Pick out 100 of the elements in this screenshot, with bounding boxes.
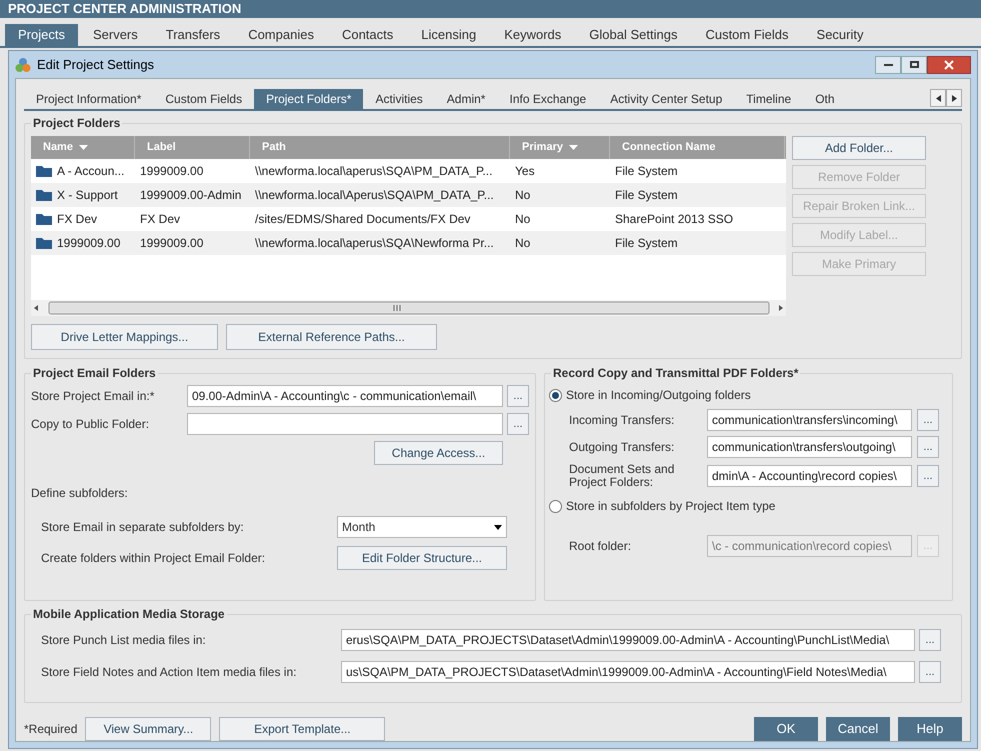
dropdown-arrow-icon (494, 524, 502, 530)
path-field[interactable]: communication\transfers\incoming\ (707, 409, 912, 431)
group-title: Record Copy and Transmittal PDF Folders* (551, 365, 800, 381)
table-cell-text: SharePoint 2013 SSO (615, 211, 734, 228)
main-tab[interactable]: Transfers (152, 24, 234, 46)
table-cell-text: 1999009.00 (140, 163, 204, 180)
settings-tab[interactable]: Custom Fields (153, 89, 254, 109)
table-cell-text: FX Dev (57, 211, 98, 228)
table-cell-text: Yes (515, 163, 535, 180)
main-tab[interactable]: Projects (5, 24, 78, 46)
browse-button[interactable]: ... (507, 385, 529, 407)
main-tab[interactable]: Keywords (491, 24, 574, 46)
required-note: *Required (24, 721, 78, 738)
footer-button[interactable]: View Summary... (85, 717, 212, 741)
table-cell-text: File System (615, 163, 678, 180)
table-cell-text: \\newforma.local\aperus\SQA\PM_DATA_P... (255, 163, 492, 180)
table-cell-text: No (515, 187, 530, 204)
table-cell-text: A - Accoun... (57, 163, 124, 180)
field-label: Store Field Notes and Action Item media files in: (41, 664, 298, 681)
settings-tab[interactable]: Admin* (434, 89, 498, 109)
left-arrow-icon (936, 94, 940, 102)
dialog-title: Edit Project Settings (37, 56, 156, 74)
edit-structure-button[interactable]: Edit Folder Structure... (337, 546, 507, 570)
field-label: Create folders within Project Email Folder: (41, 550, 266, 567)
folder-icon (36, 189, 52, 201)
folder-icon (36, 237, 52, 249)
table-cell-text: No (515, 235, 530, 252)
path-field[interactable]: erus\SQA\PM_DATA_PROJECTS\Dataset\Admin\1999009.00-Admin\A - Accounting\PunchList\Media\ (341, 629, 915, 651)
browse-button[interactable]: ... (919, 629, 941, 651)
browse-button[interactable]: ... (917, 436, 939, 458)
dialog-button[interactable]: Cancel (826, 717, 890, 741)
change-access-button[interactable]: Change Access... (374, 441, 503, 465)
horizontal-scrollbar[interactable] (31, 300, 786, 316)
folder-icon (36, 165, 52, 177)
path-settings-button[interactable]: External Reference Paths... (226, 324, 437, 350)
scroll-right-button[interactable] (946, 89, 962, 107)
table-cell-text: FX Dev (140, 211, 180, 228)
browse-button[interactable]: ... (917, 465, 939, 487)
table-cell-text: No (515, 211, 530, 228)
field-label: Store Email in separate subfolders by: (41, 519, 245, 536)
dialog-button[interactable]: OK (754, 717, 818, 741)
maximize-button[interactable] (901, 56, 927, 74)
field-label: Incoming Transfers: (569, 414, 676, 426)
app-logo-icon (15, 56, 31, 72)
app-title: PROJECT CENTER ADMINISTRATION (8, 0, 242, 18)
table-cell-text: 1999009.00 (140, 235, 204, 252)
path-settings-button[interactable]: Drive Letter Mappings... (31, 324, 218, 350)
table-cell-text: File System (615, 187, 678, 204)
field-label: Document Sets and Project Folders: (569, 463, 676, 489)
radio-label: Store in Incoming/Outgoing folders (566, 387, 751, 404)
browse-button[interactable]: ... (917, 409, 939, 431)
main-tab[interactable]: Companies (235, 24, 327, 46)
browse-button[interactable]: ... (919, 661, 941, 683)
group-title: Project Email Folders (31, 365, 158, 381)
browse-button[interactable]: ... (507, 413, 529, 435)
folder-icon (36, 213, 52, 225)
table-cell-text: File System (615, 235, 678, 252)
main-tab[interactable]: Custom Fields (692, 24, 802, 46)
settings-tab[interactable]: Oth (803, 89, 847, 109)
section-label: Define subfolders: (31, 485, 129, 502)
main-tab[interactable]: Servers (80, 24, 151, 46)
path-field[interactable]: communication\transfers\outgoing\ (707, 436, 912, 458)
close-button[interactable] (927, 56, 971, 74)
path-field[interactable] (187, 413, 503, 435)
path-field[interactable]: dmin\A - Accounting\record copies\ (707, 465, 912, 487)
right-arrow-icon (952, 94, 956, 102)
grid-row[interactable]: X - Support 1999009.00-Admin \\newforma.local\Aperus\SQA\PM_DATA_P... No File System (31, 183, 786, 207)
settings-tab[interactable]: Activity Center Setup (598, 89, 734, 109)
table-cell-text: 1999009.00 (57, 235, 120, 252)
field-label: Store Punch List media files in: (41, 632, 207, 649)
path-field[interactable]: 09.00-Admin\A - Accounting\c - communication\email\ (187, 385, 503, 407)
field-label: Root folder: (569, 540, 632, 552)
table-cell-text: 1999009.00-Admin (140, 187, 242, 204)
field-label: Store Project Email in:* (31, 388, 156, 405)
settings-tab[interactable]: Project Folders* (254, 89, 364, 109)
scroll-left-button[interactable] (930, 89, 946, 107)
settings-tab[interactable]: Activities (363, 89, 435, 109)
field-label: Outgoing Transfers: (569, 440, 676, 454)
dropdown[interactable]: Month (337, 516, 507, 538)
footer-button[interactable]: Export Template... (219, 717, 386, 741)
minimize-button[interactable] (875, 56, 901, 74)
radio-button[interactable] (549, 388, 562, 402)
main-tab[interactable]: Security (804, 24, 876, 46)
settings-tab[interactable]: Project Information* (24, 89, 154, 109)
main-tab[interactable]: Licensing (408, 24, 490, 46)
dialog-button[interactable]: Help (898, 717, 962, 741)
radio-label: Store in subfolders by Project Item type (566, 498, 776, 515)
field-label: Copy to Public Folder: (31, 416, 150, 433)
table-cell-text: /sites/EDMS/Shared Documents/FX Dev (255, 211, 470, 228)
group-title: Project Folders (31, 115, 122, 131)
radio-button[interactable] (549, 500, 562, 512)
table-cell-text: X - Support (57, 187, 118, 204)
path-field[interactable]: us\SQA\PM_DATA_PROJECTS\Dataset\Admin\1999009.00-Admin\A - Accounting\Field Notes\Media\ (341, 661, 915, 683)
grid-row[interactable]: 1999009.00 1999009.00 \\newforma.local\aperus\SQA\Newforma Pr... No File System (31, 231, 786, 255)
settings-tab[interactable]: Info Exchange (497, 89, 598, 109)
main-tab[interactable]: Global Settings (576, 24, 690, 46)
main-tab[interactable]: Contacts (328, 24, 406, 46)
group-title: Mobile Application Media Storage (31, 606, 227, 622)
settings-tab[interactable]: Timeline (734, 89, 804, 109)
folder-action-button[interactable]: Add Folder... (792, 136, 926, 160)
